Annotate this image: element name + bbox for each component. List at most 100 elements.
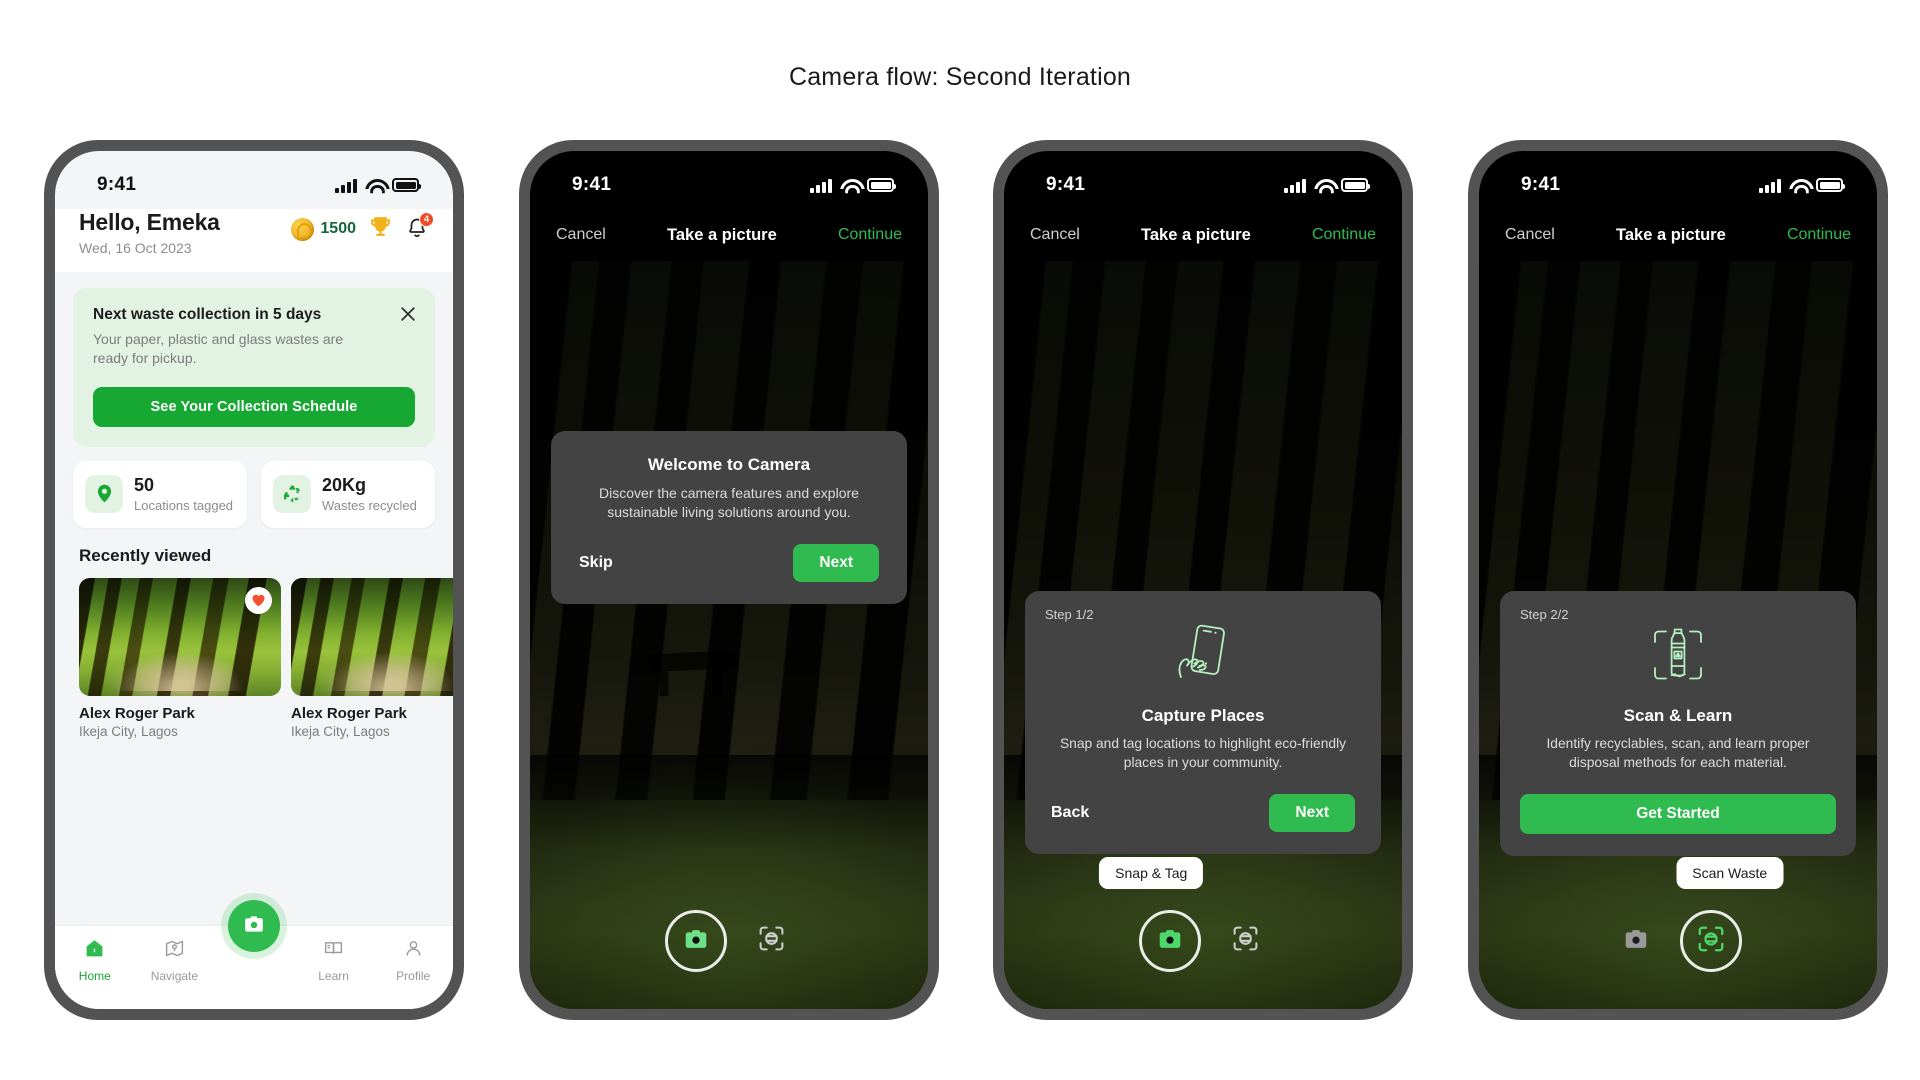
scan-waste-button[interactable] bbox=[749, 919, 793, 963]
tab-label: Profile bbox=[396, 969, 431, 983]
continue-button[interactable]: Continue bbox=[1312, 226, 1376, 244]
coin-value: 1500 bbox=[320, 220, 356, 237]
stats-row: 50 Locations tagged 20Kg Wastes recycled bbox=[73, 460, 435, 528]
collection-banner: Next waste collection in 5 days Your pap… bbox=[73, 288, 435, 447]
place-location: Ikeja City, Lagos bbox=[291, 723, 390, 739]
continue-button[interactable]: Continue bbox=[838, 226, 902, 244]
camera-icon bbox=[682, 925, 710, 958]
welcome-modal: Welcome to Camera Discover the camera fe… bbox=[551, 431, 907, 604]
notifications-button[interactable]: 4 bbox=[405, 212, 434, 242]
stat-card-recycled[interactable]: 20Kg Wastes recycled bbox=[261, 460, 435, 528]
card-title: Scan & Learn bbox=[1623, 706, 1733, 725]
snap-and-tag-tooltip: Snap & Tag bbox=[1099, 857, 1204, 889]
wifi-icon bbox=[365, 178, 384, 193]
close-icon[interactable] bbox=[398, 304, 418, 324]
banner-subtitle: Your paper, plastic and glass wastes are… bbox=[93, 331, 344, 367]
bottom-tab-bar: Home Navigate Learn Profile bbox=[55, 900, 453, 1009]
battery-icon bbox=[1816, 178, 1845, 192]
cancel-button[interactable]: Cancel bbox=[1505, 226, 1555, 244]
back-button[interactable]: Back bbox=[1051, 804, 1089, 822]
shutter-button[interactable] bbox=[1614, 919, 1658, 963]
tab-navigate[interactable]: Navigate bbox=[135, 938, 215, 983]
battery-icon bbox=[867, 178, 896, 192]
home-content: Next waste collection in 5 days Your pap… bbox=[55, 272, 453, 925]
scan-bottle-icon bbox=[1520, 618, 1836, 692]
home-screen: 9:41 Hello, Emeka Wed, 16 Oct 2023 1500 bbox=[55, 151, 453, 1009]
camera-screen-welcome: 9:41 Cancel Take a picture Continue Welc… bbox=[530, 151, 928, 1009]
camera-title: Take a picture bbox=[1616, 225, 1726, 244]
hand-holding-phone-icon bbox=[1045, 618, 1361, 692]
status-time: 9:41 bbox=[1521, 174, 1561, 195]
skip-button[interactable]: Skip bbox=[579, 554, 613, 572]
status-time: 9:41 bbox=[97, 174, 137, 195]
tab-profile[interactable]: Profile bbox=[373, 938, 453, 983]
scan-waste-button[interactable] bbox=[1223, 919, 1267, 963]
get-started-button[interactable]: Get Started bbox=[1520, 794, 1836, 835]
tab-learn[interactable]: Learn bbox=[294, 938, 374, 983]
tab-label: Navigate bbox=[150, 969, 199, 983]
banner-title: Next waste collection in 5 days bbox=[93, 306, 322, 323]
cancel-button[interactable]: Cancel bbox=[1030, 226, 1080, 244]
camera-nav-bar: Cancel Take a picture Continue bbox=[1479, 209, 1877, 261]
list-item[interactable]: Alex Roger Park Ikeja City, Lagos bbox=[291, 577, 453, 739]
camera-nav-bar: Cancel Take a picture Continue bbox=[530, 209, 928, 261]
home-header: Hello, Emeka Wed, 16 Oct 2023 1500 4 bbox=[55, 209, 453, 272]
camera-nav-bar: Cancel Take a picture Continue bbox=[1004, 209, 1402, 261]
tab-label: Learn bbox=[318, 969, 349, 983]
stat-value: 20Kg bbox=[322, 474, 367, 495]
battery-icon bbox=[392, 178, 421, 192]
wifi-icon bbox=[840, 178, 859, 193]
cancel-button[interactable]: Cancel bbox=[556, 226, 606, 244]
place-location: Ikeja City, Lagos bbox=[79, 723, 178, 739]
stat-card-locations[interactable]: 50 Locations tagged bbox=[73, 460, 247, 528]
status-bar: 9:41 bbox=[1479, 151, 1877, 209]
camera-fab-button[interactable] bbox=[228, 900, 280, 952]
cellular-signal-icon bbox=[1284, 178, 1306, 193]
tab-home[interactable]: Home bbox=[55, 938, 135, 983]
phone-mockup-home: 9:41 Hello, Emeka Wed, 16 Oct 2023 1500 bbox=[44, 140, 464, 1020]
shutter-button[interactable] bbox=[1139, 910, 1201, 972]
scan-waste-tooltip: Scan Waste bbox=[1676, 857, 1784, 889]
modal-subtitle: Discover the camera features and explore… bbox=[599, 485, 859, 520]
phone-mockup-step2: 9:41 Cancel Take a picture Continue Step… bbox=[1468, 140, 1888, 1020]
trophy-icon[interactable] bbox=[368, 214, 393, 244]
camera-title: Take a picture bbox=[667, 225, 777, 244]
stat-value: 50 bbox=[134, 474, 155, 495]
shutter-button[interactable] bbox=[665, 910, 727, 972]
camera-screen-step1: 9:41 Cancel Take a picture Continue Step… bbox=[1004, 151, 1402, 1009]
place-thumbnail bbox=[291, 577, 453, 696]
coin-balance[interactable]: 1500 bbox=[291, 217, 356, 241]
tab-label: Home bbox=[78, 969, 111, 983]
camera-icon bbox=[1156, 925, 1184, 958]
home-icon bbox=[84, 938, 105, 964]
camera-screen-step2: 9:41 Cancel Take a picture Continue Step… bbox=[1479, 151, 1877, 1009]
camera-viewfinder[interactable] bbox=[530, 261, 928, 1009]
see-collection-schedule-button[interactable]: See Your Collection Schedule bbox=[93, 386, 415, 427]
person-icon bbox=[403, 938, 424, 964]
favorite-heart-icon[interactable] bbox=[245, 586, 272, 614]
list-item[interactable]: Alex Roger Park Ikeja City, Lagos bbox=[79, 577, 281, 739]
current-date: Wed, 16 Oct 2023 bbox=[79, 240, 192, 256]
continue-button[interactable]: Continue bbox=[1787, 226, 1851, 244]
scan-waste-button[interactable] bbox=[1680, 910, 1742, 972]
camera-icon bbox=[1622, 925, 1650, 958]
place-name: Alex Roger Park bbox=[79, 704, 195, 722]
modal-title: Welcome to Camera bbox=[647, 455, 811, 474]
scan-waste-icon bbox=[757, 924, 786, 958]
next-button[interactable]: Next bbox=[1269, 794, 1355, 833]
notification-badge: 4 bbox=[419, 212, 434, 227]
wifi-icon bbox=[1314, 178, 1333, 193]
greeting-title: Hello, Emeka bbox=[79, 209, 220, 235]
status-bar: 9:41 bbox=[55, 151, 453, 209]
onboarding-card-step2: Step 2/2 Scan & Learn Identify recyclabl… bbox=[1500, 591, 1856, 857]
phone-mockup-welcome: 9:41 Cancel Take a picture Continue Welc… bbox=[519, 140, 939, 1020]
recycle-icon bbox=[273, 474, 311, 513]
recently-viewed-title: Recently viewed bbox=[79, 545, 212, 565]
stat-label: Locations tagged bbox=[134, 497, 234, 513]
next-button[interactable]: Next bbox=[793, 543, 879, 582]
scan-waste-icon bbox=[1231, 924, 1260, 958]
place-thumbnail bbox=[79, 577, 281, 696]
status-bar: 9:41 bbox=[530, 151, 928, 209]
status-time: 9:41 bbox=[1046, 174, 1086, 195]
recently-viewed-list: Alex Roger Park Ikeja City, Lagos Alex R… bbox=[79, 577, 453, 739]
